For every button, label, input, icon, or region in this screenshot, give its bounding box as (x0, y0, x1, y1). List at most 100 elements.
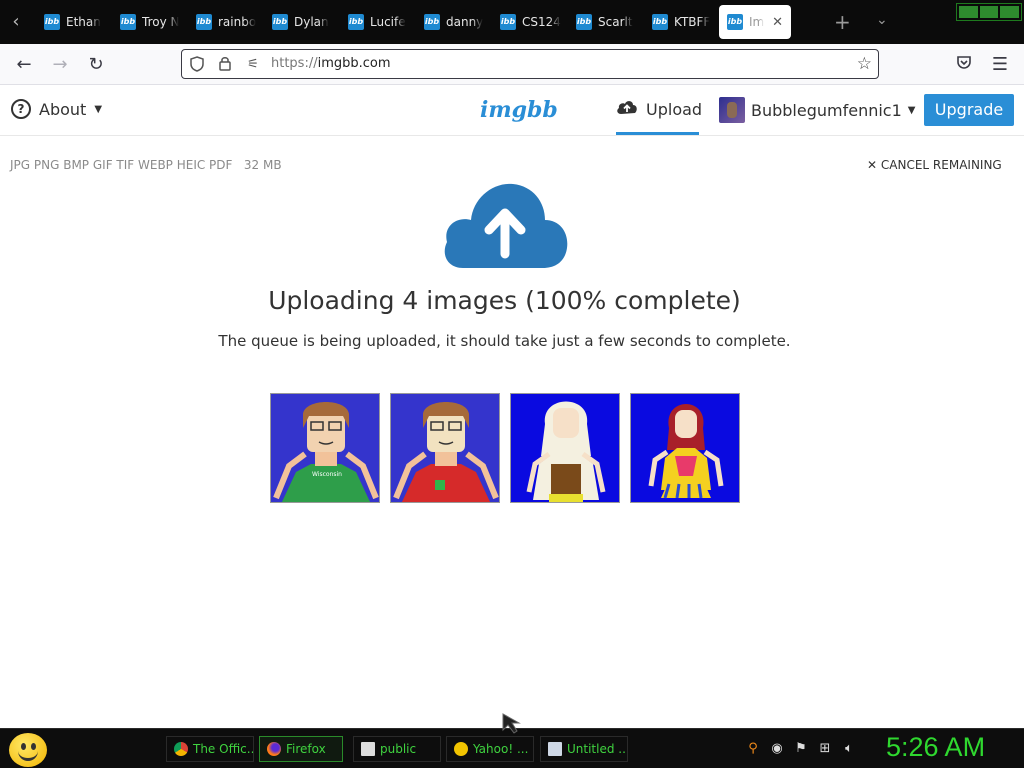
flag-icon[interactable]: ⚑ (792, 741, 810, 756)
browser-tab[interactable]: ibb danny (416, 5, 488, 39)
hamburger-menu-icon: ☰ (991, 54, 1009, 75)
upload-status-message: The queue is being uploaded, it should t… (218, 332, 791, 350)
site-header: ? About ▼ imgbb Upload Bubblegumfennic1 … (0, 85, 1024, 136)
firefox-icon (267, 742, 281, 756)
tab-scroll-left-icon[interactable]: ‹ (6, 12, 26, 32)
folder-icon (361, 742, 375, 756)
forward-button[interactable]: → (48, 53, 72, 77)
site-logo[interactable]: imgbb (480, 97, 558, 123)
system-tray: ⚲ ◉ ⚑ ⊞ 🔈︎ (744, 741, 858, 756)
browser-tab[interactable]: ibb Troy N (112, 5, 184, 39)
imgbb-favicon-icon: ibb (576, 14, 592, 30)
imgbb-favicon-icon: ibb (652, 14, 668, 30)
tab-label: Im (749, 15, 765, 29)
chrome-icon (174, 742, 188, 756)
thumbnail-image: Wisconsin (271, 394, 379, 502)
caret-down-icon: ▼ (907, 104, 916, 116)
taskbar-item-label: Yahoo! ... (473, 742, 529, 756)
cancel-label: CANCEL REMAINING (880, 158, 1002, 172)
lock-icon[interactable] (216, 56, 234, 74)
imgbb-favicon-icon: ibb (272, 14, 288, 30)
upload-queue: Wisconsin (270, 393, 740, 503)
notepad-icon (548, 742, 562, 756)
site-permissions-icon[interactable]: ⚟ (244, 56, 262, 74)
mouse-cursor-icon (502, 713, 521, 734)
search-icon[interactable]: ⚲ (744, 741, 762, 756)
image-thumbnail[interactable] (390, 393, 500, 503)
reload-icon: ↻ (88, 54, 104, 75)
allowed-formats-text: JPG PNG BMP GIF TIF WEBP HEIC PDF 32 MB (10, 158, 282, 172)
start-button-smiley-icon[interactable] (9, 733, 47, 767)
cancel-remaining-button[interactable]: ✕ CANCEL REMAINING (867, 158, 1002, 172)
close-tab-icon[interactable]: ✕ (772, 15, 783, 30)
pocket-icon (956, 54, 972, 75)
browser-tab[interactable]: ibb CS124 (492, 5, 564, 39)
taskbar-item[interactable]: Untitled ... (540, 736, 628, 762)
cloud-upload-icon (444, 183, 568, 268)
volume-icon[interactable]: 🔈︎ (840, 741, 858, 756)
cloud-upload-icon (616, 99, 638, 119)
about-label: About (39, 99, 87, 119)
caret-down-icon: ▼ (94, 103, 103, 115)
pocket-button[interactable] (952, 53, 976, 77)
yahoo-messenger-icon (454, 742, 468, 756)
tab-label: rainbo (218, 15, 257, 29)
taskbar-item[interactable]: Yahoo! ... (446, 736, 534, 762)
imgbb-favicon-icon: ibb (424, 14, 440, 30)
browser-tab[interactable]: ibb Lucife (340, 5, 412, 39)
network-icon[interactable]: ⊞ (816, 741, 834, 756)
tab-label: Troy N (142, 15, 180, 29)
image-thumbnail[interactable] (510, 393, 620, 503)
navigation-toolbar: ← → ↻ ⚟ https://imgbb.com ☆ ☰ (0, 44, 1024, 85)
arrow-left-icon: ← (16, 54, 32, 75)
taskbar-item-label: Untitled ... (567, 742, 628, 756)
upload-nav-link[interactable]: Upload (616, 99, 702, 119)
browser-tab-strip: ‹ ibb Ethan ibb Troy N ibb rainbo ibb Dy… (0, 0, 1024, 44)
image-thumbnail[interactable]: Wisconsin (270, 393, 380, 503)
imgbb-favicon-icon: ibb (727, 14, 743, 30)
taskbar-item[interactable]: public (353, 736, 441, 762)
browser-tab-active[interactable]: ibb Im ✕ (719, 5, 791, 39)
back-button[interactable]: ← (12, 53, 36, 77)
about-menu[interactable]: ? About ▼ (11, 99, 102, 119)
user-menu[interactable]: Bubblegumfennic1 ▼ (719, 97, 915, 123)
taskbar-item[interactable]: The Offic... (166, 736, 254, 762)
reload-button[interactable]: ↻ (84, 53, 108, 77)
taskbar-item-active[interactable]: Firefox (259, 736, 343, 762)
taskbar-item-label: Firefox (286, 742, 326, 756)
close-icon: ✕ (867, 158, 878, 172)
imgbb-favicon-icon: ibb (44, 14, 60, 30)
shield-icon[interactable] (188, 56, 206, 74)
thumbnail-image (511, 394, 619, 502)
browser-tab[interactable]: ibb rainbo (188, 5, 260, 39)
tab-label: danny (446, 15, 484, 29)
arrow-right-icon: → (52, 54, 68, 75)
tab-label: KTBFF (674, 15, 711, 29)
browser-tab[interactable]: ibb Dylan (264, 5, 336, 39)
system-meter-widget (956, 3, 1022, 21)
upgrade-button[interactable]: Upgrade (924, 94, 1014, 126)
browser-tab[interactable]: ibb Ethan (36, 5, 108, 39)
taskbar-clock[interactable]: 5:26 AM (886, 732, 985, 763)
browser-tab[interactable]: ibb Scarlt (568, 5, 640, 39)
app-menu-button[interactable]: ☰ (988, 53, 1012, 77)
thumbnail-image (631, 394, 739, 502)
image-thumbnail[interactable] (630, 393, 740, 503)
upload-status-heading: Uploading 4 images (100% complete) (268, 286, 741, 315)
taskbar-item-label: public (380, 742, 417, 756)
address-bar[interactable]: ⚟ https://imgbb.com ☆ (181, 49, 879, 79)
status-icon[interactable]: ◉ (768, 741, 786, 756)
chevron-down-icon[interactable]: ⌄ (876, 12, 888, 28)
tab-label: Lucife (370, 15, 406, 29)
thumbnail-image (391, 394, 499, 502)
upload-active-indicator (616, 132, 699, 135)
username: Bubblegumfennic1 (751, 100, 902, 120)
imgbb-favicon-icon: ibb (348, 14, 364, 30)
imgbb-favicon-icon: ibb (120, 14, 136, 30)
formats-list: JPG PNG BMP GIF TIF WEBP HEIC PDF (10, 158, 233, 172)
star-icon[interactable]: ☆ (857, 54, 872, 74)
browser-tab[interactable]: ibb KTBFF (644, 5, 716, 39)
new-tab-icon[interactable]: + (834, 10, 851, 34)
shirt-text: Wisconsin (312, 471, 342, 478)
help-icon: ? (11, 99, 31, 119)
